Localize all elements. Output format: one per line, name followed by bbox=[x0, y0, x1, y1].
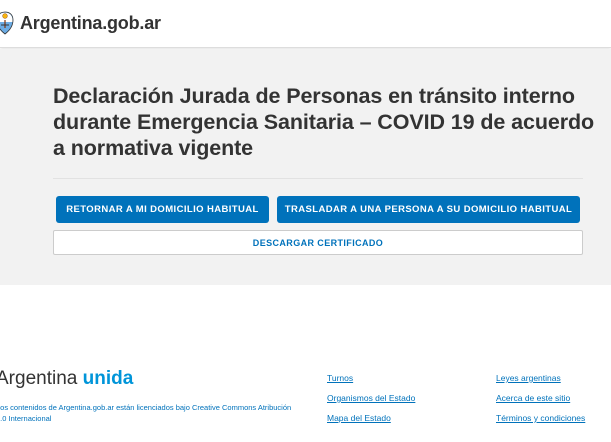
move-person-button[interactable]: TRASLADAR A UNA PERSONA A SU DOMICILIO H… bbox=[277, 196, 580, 223]
footer-link-terminos[interactable]: Términos y condiciones bbox=[496, 413, 585, 423]
footer-logo: Argentina unida bbox=[0, 368, 133, 390]
footer-logo-word2: unida bbox=[82, 368, 134, 389]
license-link[interactable]: Los contenidos de Argentina.gob.ar están… bbox=[0, 402, 296, 424]
footer-link-leyes[interactable]: Leyes argentinas bbox=[496, 373, 561, 383]
download-certificate-button[interactable]: DESCARGAR CERTIFICADO bbox=[53, 230, 583, 255]
hero-section: Declaración Jurada de Personas en tránsi… bbox=[0, 49, 611, 285]
footer-link-organismos[interactable]: Organismos del Estado bbox=[327, 393, 415, 403]
footer-link-mapa[interactable]: Mapa del Estado bbox=[327, 413, 391, 423]
footer-link-turnos[interactable]: Turnos bbox=[327, 373, 353, 383]
divider bbox=[53, 178, 583, 179]
brand-link[interactable]: Argentina.gob.ar bbox=[0, 10, 161, 36]
return-home-button[interactable]: RETORNAR A MI DOMICILIO HABITUAL bbox=[56, 196, 269, 223]
site-header: Argentina.gob.ar bbox=[0, 0, 611, 48]
page-title: Declaración Jurada de Personas en tránsi… bbox=[53, 84, 595, 160]
footer-logo-word1: Argentina bbox=[0, 368, 78, 389]
brand-text: Argentina.gob.ar bbox=[20, 12, 161, 33]
coat-of-arms-icon bbox=[0, 11, 14, 35]
footer-link-acerca[interactable]: Acerca de este sitio bbox=[496, 393, 570, 403]
